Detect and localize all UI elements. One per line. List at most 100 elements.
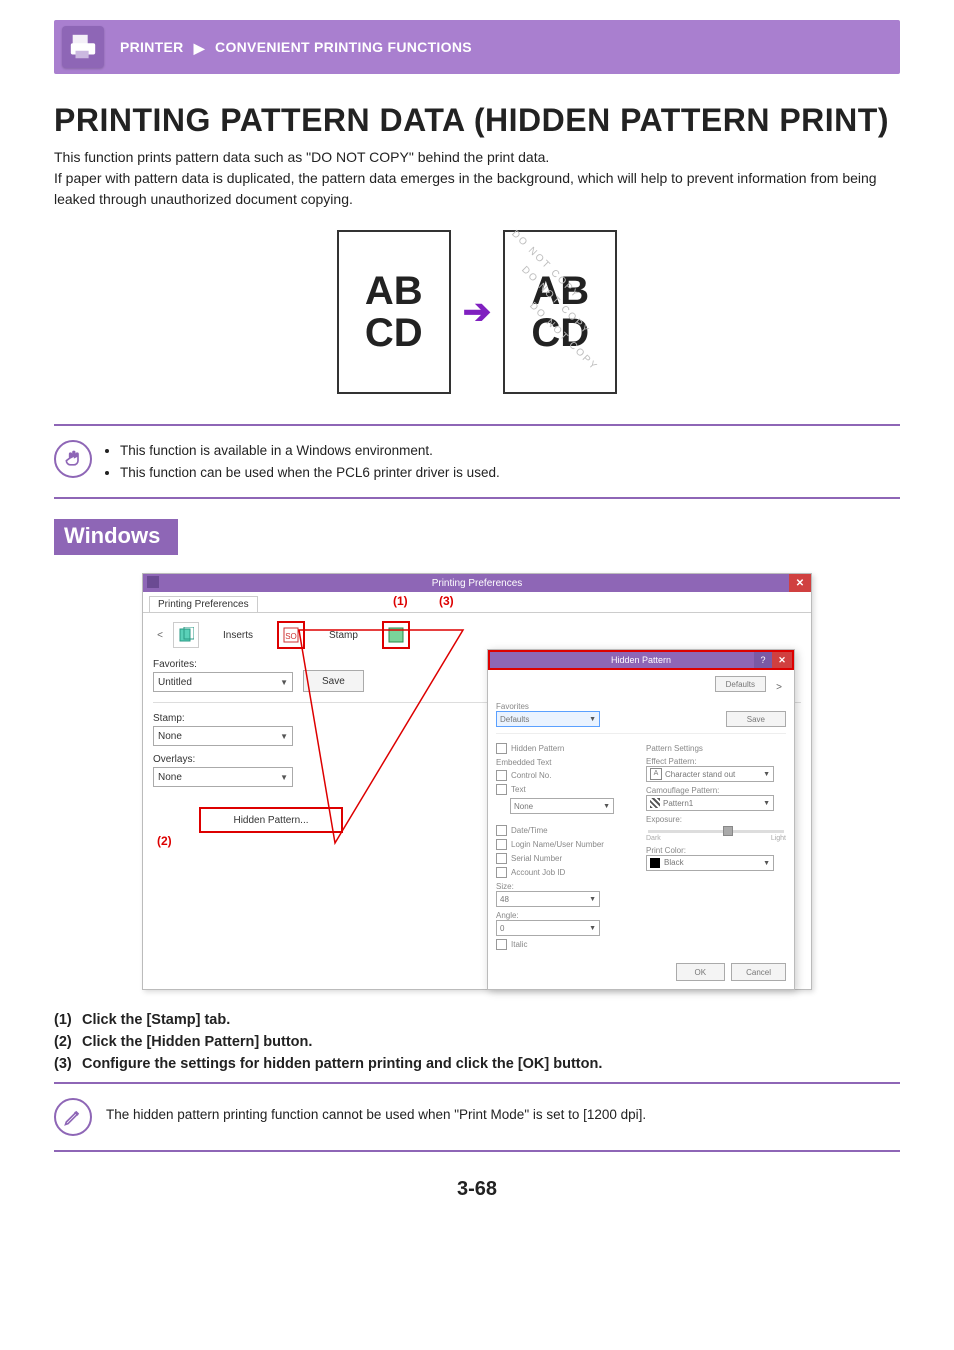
- dialog-next-button[interactable]: >: [772, 676, 786, 698]
- hand-icon: [54, 440, 92, 478]
- tab-printing-preferences[interactable]: Printing Preferences: [149, 596, 258, 612]
- os-header: Windows: [54, 519, 178, 555]
- chk-label: Hidden Pattern: [511, 744, 564, 753]
- defaults-button[interactable]: Defaults: [715, 676, 766, 692]
- login-checkbox[interactable]: Login Name/User Number: [496, 839, 636, 850]
- date-time-checkbox[interactable]: Date/Time: [496, 825, 636, 836]
- hidden-pattern-dialog: Hidden Pattern ? ✕ Defaults > Favorites: [487, 649, 795, 990]
- breadcrumb-section[interactable]: PRINTER: [120, 39, 184, 55]
- chk-label: Text: [511, 785, 526, 794]
- cancel-button[interactable]: Cancel: [731, 963, 786, 981]
- text-select-value: None: [514, 802, 533, 811]
- chk-label: Italic: [511, 940, 527, 949]
- dlg-save-button[interactable]: Save: [726, 711, 786, 727]
- chevron-down-icon: ▼: [589, 716, 596, 723]
- favorites-value: Untitled: [158, 677, 192, 688]
- chk-label: Login Name/User Number: [511, 840, 604, 849]
- italic-checkbox[interactable]: Italic: [496, 939, 636, 950]
- row2: CD: [531, 311, 589, 355]
- favorites-label: Favorites:: [153, 659, 293, 670]
- exposure-light-label: Light: [771, 835, 786, 842]
- step-num: (2): [54, 1034, 82, 1050]
- breadcrumb-subsection[interactable]: CONVENIENT PRINTING FUNCTIONS: [215, 39, 472, 55]
- intro-paragraph: This function prints pattern data such a…: [54, 147, 900, 210]
- ok-button[interactable]: OK: [676, 963, 726, 981]
- hidden-pattern-checkbox[interactable]: Hidden Pattern: [496, 743, 636, 754]
- hidden-pattern-button[interactable]: Hidden Pattern...: [199, 807, 343, 833]
- close-icon[interactable]: ✕: [789, 574, 811, 592]
- step-text: Configure the settings for hidden patter…: [82, 1056, 602, 1072]
- angle-select[interactable]: 0▼: [496, 920, 600, 936]
- breadcrumb: PRINTER ▶ CONVENIENT PRINTING FUNCTIONS: [120, 39, 472, 56]
- chevron-right-icon: ▶: [194, 40, 205, 57]
- overlays-value: None: [158, 772, 182, 783]
- size-select[interactable]: 48▼: [496, 891, 600, 907]
- chevron-down-icon: ▼: [280, 678, 288, 687]
- printing-preferences-window: (1) (3) (2) Printing Preferences ✕ Print…: [142, 573, 812, 990]
- doc-header: PRINTER ▶ CONVENIENT PRINTING FUNCTIONS: [54, 20, 900, 74]
- print-color-select[interactable]: Black ▼: [646, 855, 774, 871]
- exposure-label: Exposure:: [646, 815, 786, 824]
- hidden-pattern-illustration: ABCD ➔ DO NOT COPY DO NOT COPY DO NOT CO…: [54, 230, 900, 394]
- dlg-favorites-label: Favorites: [496, 702, 529, 711]
- window-icon: [147, 576, 159, 588]
- size-value: 48: [500, 895, 509, 904]
- prerequisite-note: This function is available in a Windows …: [54, 424, 900, 499]
- step-item: (2)Click the [Hidden Pattern] button.: [54, 1034, 900, 1050]
- step-num: (1): [54, 1012, 82, 1028]
- overlays-select[interactable]: None ▼: [153, 767, 293, 787]
- dialog-title: Hidden Pattern: [611, 655, 671, 665]
- effect-pattern-select[interactable]: ACharacter stand out ▼: [646, 766, 774, 782]
- chevron-down-icon: ▼: [280, 773, 288, 782]
- stamp-tab-label[interactable]: Stamp: [311, 630, 376, 641]
- tab-prev-button[interactable]: <: [153, 624, 167, 646]
- arrow-right-icon: ➔: [463, 292, 492, 332]
- angle-label: Angle:: [496, 911, 636, 920]
- camouflage-label: Camouflage Pattern:: [646, 786, 786, 795]
- chk-label: Serial Number: [511, 854, 562, 863]
- dlg-favorites-select[interactable]: Defaults ▼: [496, 711, 600, 727]
- text-select[interactable]: None▼: [510, 798, 614, 814]
- favorites-select[interactable]: Untitled ▼: [153, 672, 293, 692]
- inserts-tab-label[interactable]: Inserts: [205, 630, 271, 641]
- help-icon[interactable]: ?: [754, 652, 772, 668]
- print-color-value: Black: [664, 858, 684, 867]
- copied-page: DO NOT COPY DO NOT COPY DO NOT COPY ABCD: [503, 230, 617, 394]
- control-no-checkbox[interactable]: Control No.: [496, 770, 636, 781]
- effect-pattern-label: Effect Pattern:: [646, 757, 786, 766]
- serial-checkbox[interactable]: Serial Number: [496, 853, 636, 864]
- dialog-titlebar: Hidden Pattern ? ✕: [488, 650, 794, 670]
- tab-strip: Printing Preferences: [143, 592, 811, 613]
- step-text: Click the [Stamp] tab.: [82, 1012, 230, 1028]
- exposure-slider[interactable]: [648, 830, 784, 833]
- close-icon[interactable]: ✕: [772, 652, 792, 668]
- effect-pattern-value: Character stand out: [665, 770, 735, 779]
- next-tab-icon[interactable]: [382, 621, 410, 649]
- hidden-pattern-button-label: Hidden Pattern...: [233, 815, 308, 826]
- step-item: (3)Configure the settings for hidden pat…: [54, 1056, 900, 1072]
- color-swatch-icon: [650, 858, 660, 868]
- window-titlebar: Printing Preferences ✕: [143, 574, 811, 592]
- stamp-tab-icon[interactable]: SO: [277, 621, 305, 649]
- limitation-text: The hidden pattern printing function can…: [106, 1098, 646, 1132]
- chk-label: Date/Time: [511, 826, 548, 835]
- stamp-value: None: [158, 731, 182, 742]
- angle-value: 0: [500, 924, 504, 933]
- text-checkbox[interactable]: Text: [496, 784, 636, 795]
- window-title: Printing Preferences: [432, 578, 523, 589]
- annotation-1: (1): [393, 594, 408, 608]
- chevron-down-icon: ▼: [280, 732, 288, 741]
- exposure-dark-label: Dark: [646, 835, 661, 842]
- stamp-select[interactable]: None ▼: [153, 726, 293, 746]
- save-button[interactable]: Save: [303, 670, 364, 692]
- chk-label: Control No.: [511, 771, 551, 780]
- account-checkbox[interactable]: Account Job ID: [496, 867, 636, 878]
- annotation-3: (3): [439, 594, 454, 608]
- note-item: This function is available in a Windows …: [120, 440, 500, 462]
- pencil-icon: [54, 1098, 92, 1136]
- embedded-text-label: Embedded Text: [496, 758, 636, 767]
- limitation-note: The hidden pattern printing function can…: [54, 1082, 900, 1152]
- camouflage-select[interactable]: Pattern1 ▼: [646, 795, 774, 811]
- inserts-tab-icon[interactable]: [173, 622, 199, 648]
- dlg-favorites-value: Defaults: [500, 715, 529, 724]
